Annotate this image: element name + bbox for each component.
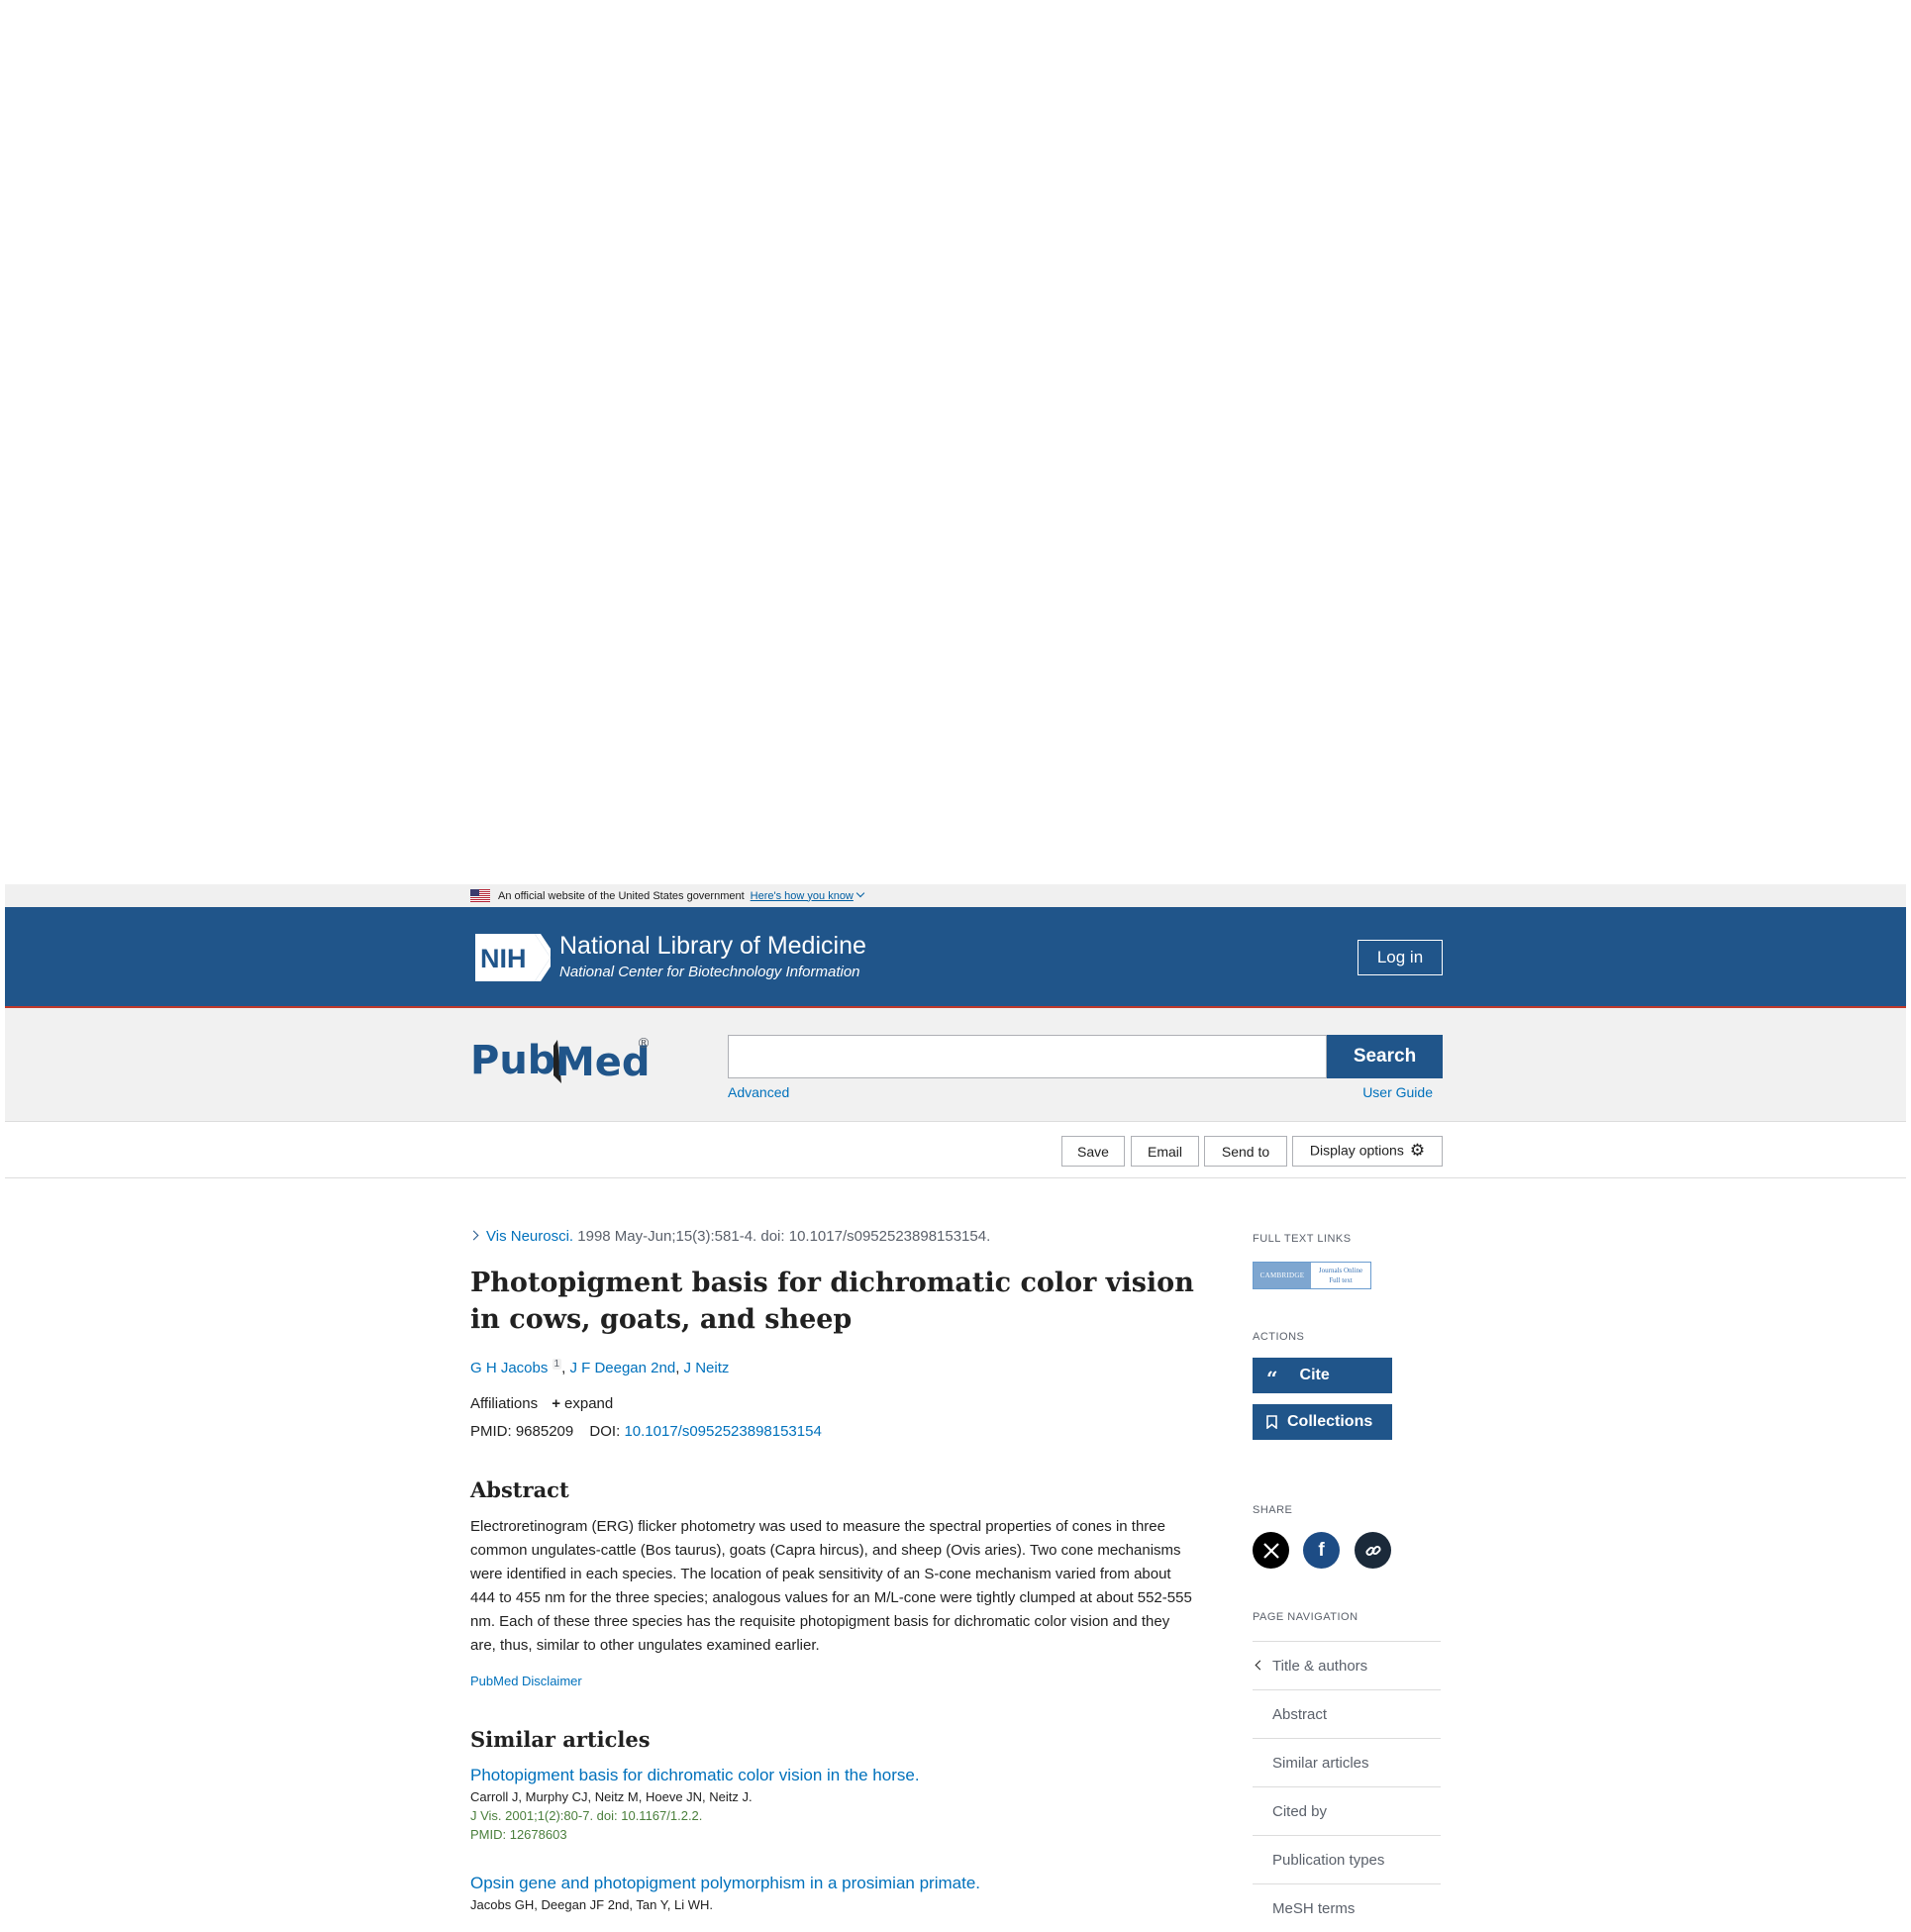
pubmed-logo[interactable]: Pub Med ® (470, 1026, 668, 1100)
plus-icon[interactable]: + (552, 1395, 560, 1412)
email-button[interactable]: Email (1131, 1136, 1199, 1167)
cite-label: Cite (1299, 1367, 1330, 1383)
facebook-share-button[interactable]: f (1303, 1532, 1340, 1569)
ftl-journals-online: Journals Online (1318, 1267, 1363, 1274)
similar-article-authors: Jacobs GH, Deegan JF 2nd, Tan Y, Li WH. (470, 1897, 713, 1912)
affiliations-row: Affiliations + expand (470, 1395, 613, 1412)
similar-article-citation: J Vis. 2001;1(2):80-7. doi: 10.1167/1.2.… (470, 1808, 703, 1823)
action-bar: Save Email Send to Display options ⚙ (5, 1122, 1906, 1178)
heres-how-you-know-link[interactable]: Here's how you know (751, 888, 865, 902)
similar-article-title[interactable]: Photopigment basis for dichromatic color… (470, 1766, 1203, 1785)
nav-publication-types[interactable]: Publication types (1253, 1835, 1441, 1883)
similar-article-item: Opsin gene and photopigment polymorphism… (470, 1874, 1203, 1912)
identifiers-row: PMID: 9685209 DOI: 10.1017/s095252389815… (470, 1423, 822, 1440)
advanced-search-link[interactable]: Advanced (728, 1084, 789, 1100)
author-list: G H Jacobs 1, J F Deegan 2nd, J Neitz (470, 1359, 730, 1376)
send-to-button[interactable]: Send to (1204, 1136, 1287, 1167)
facebook-icon: f (1318, 1539, 1325, 1561)
us-flag-icon (470, 889, 490, 902)
article-citation: Vis Neurosci. 1998 May-Jun;15(3):581-4. … (468, 1228, 991, 1245)
full-text-links-label: FULL TEXT LINKS (1253, 1233, 1352, 1245)
share-label: SHARE (1253, 1504, 1293, 1516)
collections-label: Collections (1287, 1413, 1373, 1430)
copy-link-button[interactable] (1355, 1532, 1391, 1569)
doi-label: DOI: (589, 1423, 621, 1440)
pubmed-disclaimer-link[interactable]: PubMed Disclaimer (470, 1674, 582, 1688)
quote-icon: “ (1266, 1367, 1278, 1390)
collections-button[interactable]: Collections (1253, 1404, 1392, 1440)
gov-banner: An official website of the United States… (5, 884, 1906, 907)
search-band: Pub Med ® Search Advanced User Guide (5, 1008, 1906, 1122)
nav-similar-articles[interactable]: Similar articles (1253, 1738, 1441, 1786)
nav-cited-by[interactable]: Cited by (1253, 1786, 1441, 1835)
article-title: Photopigment basis for dichromatic color… (470, 1268, 1194, 1335)
cambridge-full-text-link[interactable]: CAMBRIDGE Journals Online Full text (1253, 1262, 1371, 1289)
search-button[interactable]: Search (1327, 1035, 1443, 1078)
login-button[interactable]: Log in (1358, 940, 1443, 975)
chevron-left-icon (1255, 1660, 1265, 1671)
svg-text:Pub: Pub (470, 1038, 555, 1083)
similar-article-pmid: PMID: 12678603 (470, 1827, 567, 1842)
similar-article-title[interactable]: Opsin gene and photopigment polymorphism… (470, 1874, 1203, 1893)
svg-text:®: ® (637, 1036, 651, 1052)
nih-logo-text: NIH (480, 944, 527, 973)
doi-link[interactable]: 10.1017/s0952523898153154 (624, 1423, 821, 1440)
abstract-heading: Abstract (470, 1477, 569, 1502)
link-icon (1364, 1545, 1381, 1556)
x-icon (1262, 1542, 1279, 1559)
actions-label: ACTIONS (1253, 1331, 1305, 1343)
ftl-full-text: Full text (1329, 1276, 1353, 1284)
chevron-right-icon[interactable] (468, 1230, 479, 1241)
display-options-button[interactable]: Display options ⚙ (1292, 1136, 1443, 1167)
nav-mesh-terms[interactable]: MeSH terms (1253, 1883, 1441, 1932)
search-input[interactable] (728, 1035, 1327, 1078)
nih-logo[interactable]: NIH (475, 934, 551, 981)
similar-article-authors: Carroll J, Murphy CJ, Neitz M, Hoeve JN,… (470, 1789, 753, 1804)
citation-details: 1998 May-Jun;15(3):581-4. doi: 10.1017/s… (577, 1228, 991, 1245)
cambridge-logo: CAMBRIDGE (1254, 1263, 1311, 1288)
cite-button[interactable]: “ Cite (1253, 1358, 1392, 1393)
page-navigation-label: PAGE NAVIGATION (1253, 1611, 1358, 1623)
journal-link[interactable]: Vis Neurosci. (486, 1228, 573, 1245)
nlm-subtitle: National Center for Biotechnology Inform… (559, 964, 860, 980)
author-link[interactable]: J F Deegan 2nd (569, 1360, 675, 1376)
pmid-value: 9685209 (515, 1423, 574, 1440)
nav-title-authors[interactable]: Title & authors (1253, 1641, 1441, 1689)
bookmark-icon (1266, 1415, 1277, 1429)
author-link[interactable]: J Neitz (684, 1360, 730, 1376)
nlm-title[interactable]: National Library of Medicine (559, 932, 866, 961)
affiliations-label: Affiliations (470, 1395, 539, 1412)
pubmed-logo-graphic: Pub Med ® (470, 1036, 651, 1085)
nlm-header: NIH National Library of Medicine Nationa… (5, 907, 1906, 1008)
expand-button[interactable]: expand (564, 1395, 613, 1412)
gov-banner-text: An official website of the United States… (498, 889, 745, 902)
similar-articles-heading: Similar articles (470, 1727, 651, 1752)
gear-icon: ⚙ (1409, 1140, 1426, 1160)
chevron-down-icon (855, 888, 865, 897)
similar-article-item: Photopigment basis for dichromatic color… (470, 1766, 1203, 1842)
save-button[interactable]: Save (1061, 1136, 1125, 1167)
nav-abstract[interactable]: Abstract (1253, 1689, 1441, 1738)
display-options-label: Display options (1309, 1142, 1404, 1159)
author-link[interactable]: G H Jacobs (470, 1360, 548, 1376)
pmid-label: PMID: (470, 1423, 512, 1440)
user-guide-link[interactable]: User Guide (1362, 1084, 1433, 1100)
abstract-text: Electroretinogram (ERG) flicker photomet… (470, 1518, 1192, 1654)
x-twitter-share-button[interactable] (1253, 1532, 1289, 1569)
affiliation-number[interactable]: 1 (552, 1359, 562, 1370)
